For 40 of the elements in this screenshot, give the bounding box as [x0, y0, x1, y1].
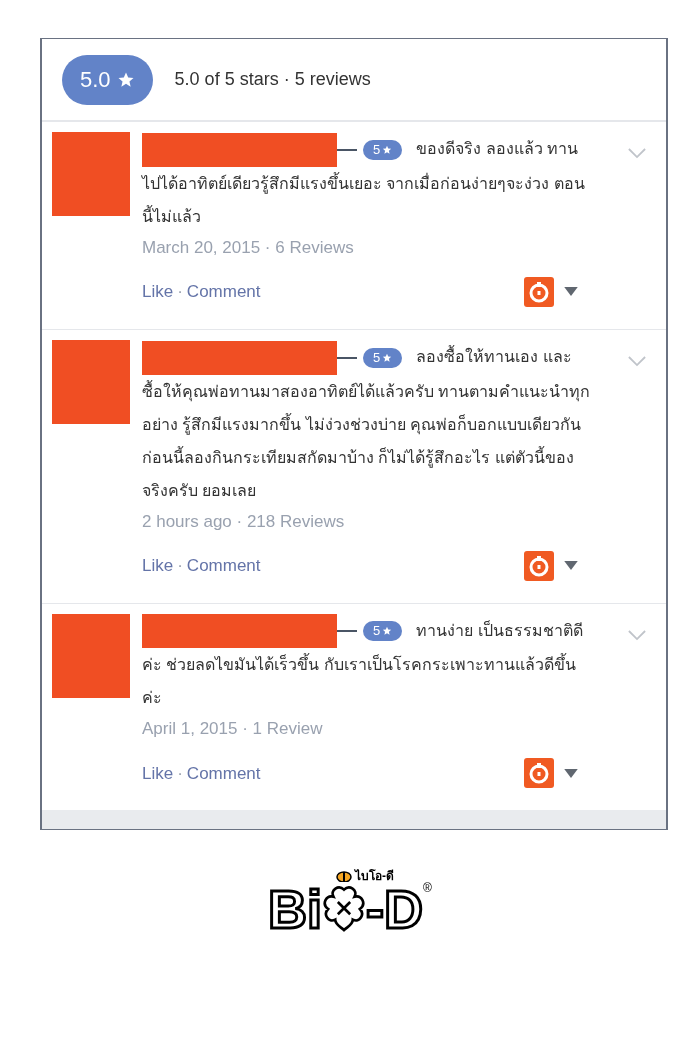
connector-line: [337, 148, 357, 151]
like-link[interactable]: Like: [142, 279, 174, 305]
review-text: 5 ทานง่าย เป็นธรรมชาติดีค่ะ ช่วยลดไขมันได้เร็วขึ้น กับเราเป็นโรคกระเพาะทานแล้วดีขึ้นค่ะ: [142, 613, 592, 715]
bee-icon: [336, 870, 352, 883]
separator: ·: [177, 554, 183, 577]
star-icon: [382, 352, 393, 363]
comment-link[interactable]: Comment: [186, 760, 261, 787]
logo-text: Bi: [268, 882, 323, 937]
caret-icon[interactable]: [564, 287, 578, 297]
like-link[interactable]: Like: [142, 552, 174, 579]
emblem-icon[interactable]: [524, 758, 554, 789]
separator: ·: [177, 762, 183, 785]
chevron-icon[interactable]: [628, 148, 646, 159]
logo-thai-text: ไบโอ-ดี: [355, 870, 394, 883]
logo-text: -D: [366, 882, 424, 937]
review-text: 5 ลองซื้อให้ทานเอง และซื้อให้คุณพ่อทานมาสองอาทิตย์ได้แล้วครับ ทานตามคำแนะนำทุกอย่าง รู้สึกมีแรงมากขึ้น ไม่ง่วงช่วงบ่าย คุณพ่อก็บอกแบบเดียวกัน ก่อนนี้ลองกินกระเทียมสกัดมาบ้าง ก็ไม่ได้รู้สึกอะไร แต่ตัวนี้ของจริงครับ ยอมเลย: [142, 339, 592, 507]
caret-icon[interactable]: [564, 561, 578, 571]
registered-mark: ®: [423, 882, 432, 895]
separator: ·: [177, 281, 183, 303]
chevron-icon[interactable]: [628, 355, 646, 367]
caret-icon[interactable]: [564, 768, 578, 778]
emblem-icon[interactable]: [524, 550, 554, 581]
comment-link[interactable]: Comment: [186, 279, 261, 305]
review-text: 5 ของดีจริง ลองแล้ว ทานไปได้อาทิตย์เดียวรู้สึกมีแรงขึ้นเยอะ จากเมื่อก่อนง่ายๆจะง่วง ตอนนี้ไม่แล้ว: [142, 132, 592, 233]
star-icon: [382, 626, 393, 637]
rating-value: 5: [373, 622, 381, 641]
review-meta: April 1, 2015 · 1 Review: [142, 718, 324, 741]
connector-line: [337, 356, 357, 359]
chevron-icon[interactable]: [628, 629, 646, 641]
like-link[interactable]: Like: [142, 760, 174, 787]
rating-value: 5: [373, 140, 381, 159]
rating-value: 5: [373, 348, 381, 367]
connector-line: [337, 630, 357, 633]
emblem-icon[interactable]: [524, 276, 554, 307]
review-meta: 2 hours ago · 218 Reviews: [142, 510, 346, 533]
rating-summary: 5.0 of 5 stars · 5 reviews: [174, 68, 371, 91]
comment-link[interactable]: Comment: [186, 552, 261, 579]
rating-value: 5.0: [80, 66, 111, 94]
review-meta: March 20, 2015 · 6 Reviews: [142, 236, 355, 259]
star-icon: [382, 144, 393, 155]
